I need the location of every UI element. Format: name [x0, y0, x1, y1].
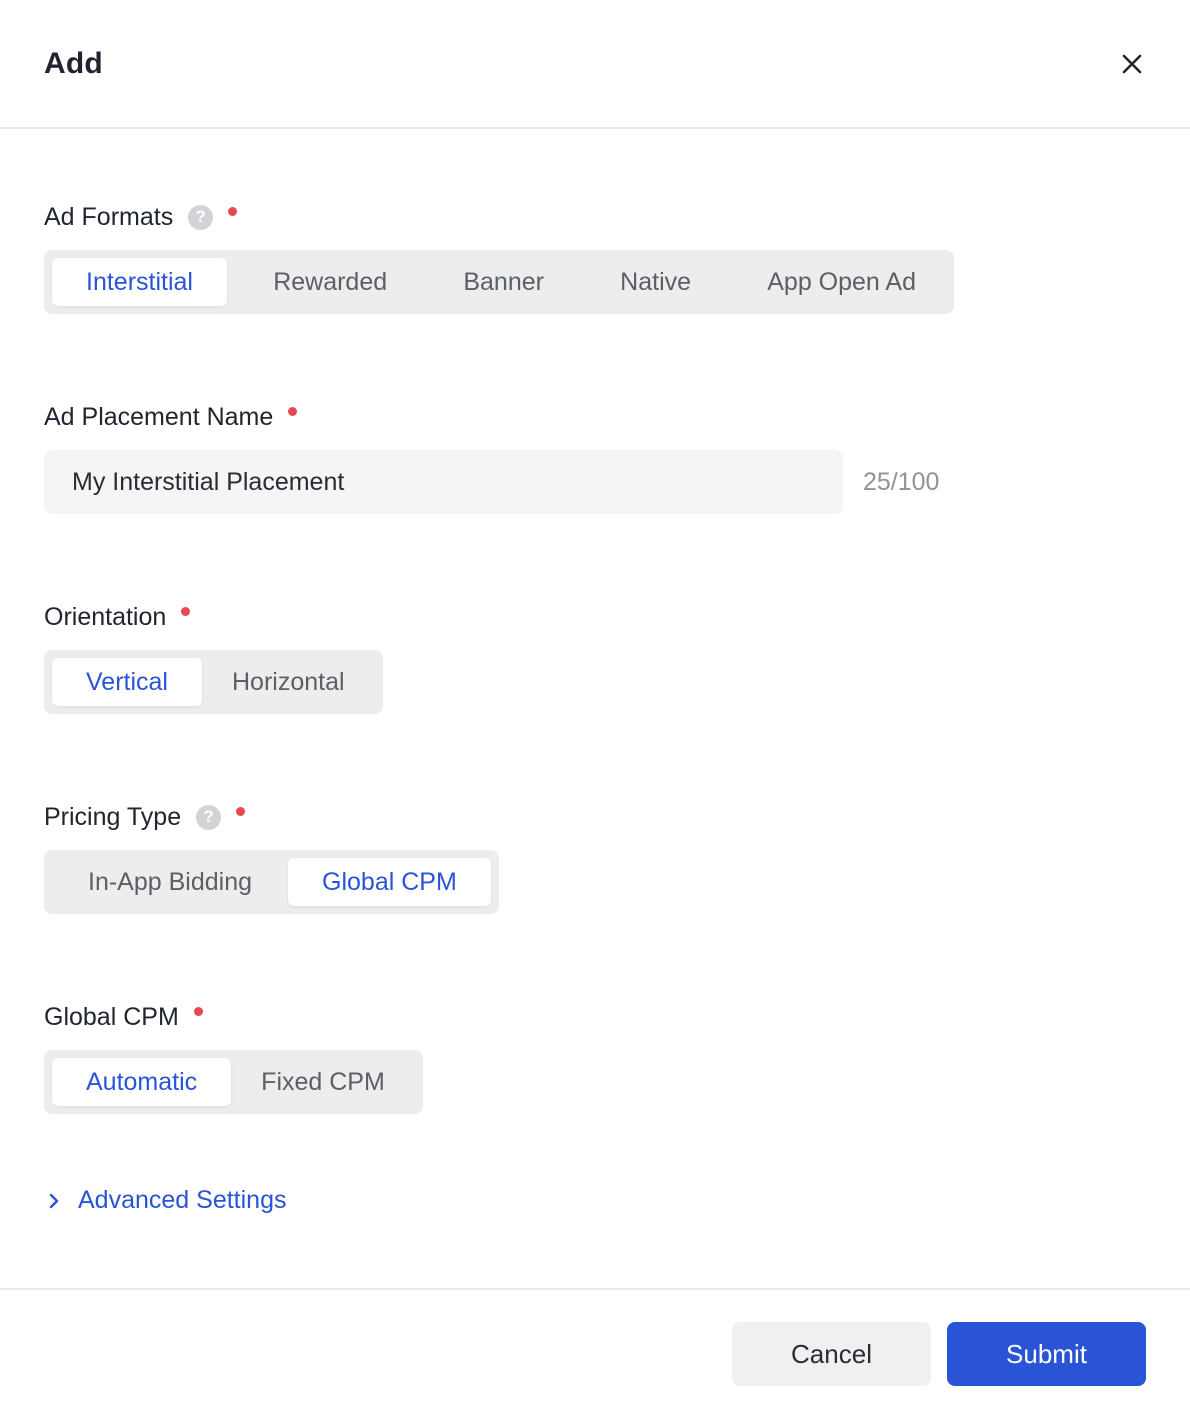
help-icon[interactable]: ?: [196, 804, 222, 830]
required-dot: [236, 806, 246, 816]
pricing-option-in-app-bidding[interactable]: In-App Bidding: [52, 858, 288, 906]
modal-body: Ad Formats ? Interstitial Rewarded Banne…: [0, 202, 1190, 1216]
ad-format-option-rewarded[interactable]: Rewarded: [243, 258, 417, 306]
help-icon[interactable]: ?: [188, 204, 214, 230]
modal-header: Add: [0, 0, 1190, 129]
ad-formats-section: Ad Formats ? Interstitial Rewarded Banne…: [44, 202, 1146, 314]
modal-title: Add: [44, 46, 103, 80]
close-icon: [1122, 54, 1142, 73]
orientation-section: Orientation Vertical Horizontal: [44, 602, 1146, 714]
required-dot: [193, 1006, 203, 1016]
ad-format-option-native[interactable]: Native: [590, 258, 721, 306]
ad-format-option-interstitial[interactable]: Interstitial: [52, 258, 227, 306]
global-cpm-label: Global CPM: [44, 1002, 179, 1031]
orientation-segmented: Vertical Horizontal: [44, 650, 383, 714]
ad-formats-segmented: Interstitial Rewarded Banner Native App …: [44, 250, 954, 314]
ad-placement-name-input[interactable]: [44, 450, 843, 514]
required-dot: [288, 406, 298, 416]
modal-footer: Cancel Submit: [0, 1288, 1190, 1418]
close-button[interactable]: [1110, 42, 1154, 86]
ad-formats-label: Ad Formats: [44, 202, 174, 231]
global-cpm-option-fixed-cpm[interactable]: Fixed CPM: [231, 1058, 415, 1106]
ad-format-option-banner[interactable]: Banner: [433, 258, 574, 306]
ad-format-option-app-open-ad[interactable]: App Open Ad: [737, 258, 946, 306]
submit-button[interactable]: Submit: [947, 1322, 1146, 1386]
ad-placement-name-section: Ad Placement Name 25/100: [44, 402, 1146, 514]
pricing-type-segmented: In-App Bidding Global CPM: [44, 850, 499, 914]
global-cpm-section: Global CPM Automatic Fixed CPM: [44, 1002, 1146, 1114]
advanced-settings-link[interactable]: Advanced Settings: [44, 1186, 286, 1215]
orientation-option-vertical[interactable]: Vertical: [52, 658, 202, 706]
global-cpm-option-automatic[interactable]: Automatic: [52, 1058, 232, 1106]
orientation-label: Orientation: [44, 602, 167, 631]
pricing-type-label: Pricing Type: [44, 802, 182, 831]
advanced-settings-label: Advanced Settings: [78, 1186, 287, 1214]
global-cpm-segmented: Automatic Fixed CPM: [44, 1050, 423, 1114]
orientation-option-horizontal[interactable]: Horizontal: [202, 658, 375, 706]
char-counter: 25/100: [863, 467, 940, 496]
required-dot: [228, 206, 238, 216]
ad-placement-name-label: Ad Placement Name: [44, 402, 274, 431]
cancel-button[interactable]: Cancel: [732, 1322, 931, 1386]
required-dot: [181, 606, 191, 616]
chevron-right-icon: [44, 1191, 64, 1211]
pricing-option-global-cpm[interactable]: Global CPM: [288, 858, 491, 906]
pricing-type-section: Pricing Type ? In-App Bidding Global CPM: [44, 802, 1146, 914]
